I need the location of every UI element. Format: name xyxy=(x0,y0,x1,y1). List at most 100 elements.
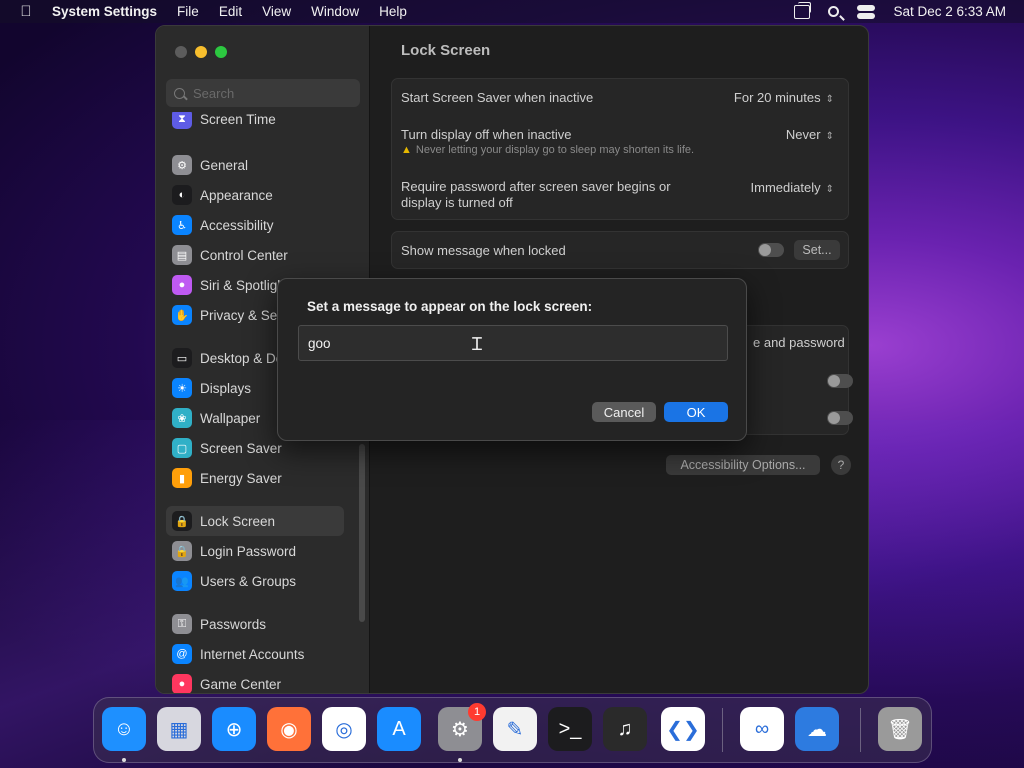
menu-app-name[interactable]: System Settings xyxy=(52,4,157,19)
settings-group-timing: Start Screen Saver when inactive For 20 … xyxy=(391,78,849,220)
game-center-icon: ● xyxy=(172,674,192,693)
ok-button[interactable]: OK xyxy=(664,402,728,422)
dock-vscode-icon[interactable]: ❮❯ xyxy=(661,707,705,751)
appearance-icon: ◐ xyxy=(172,185,192,205)
sidebar-item-control-center[interactable]: ▤ Control Center xyxy=(166,240,344,270)
dock-gear-icon[interactable]: ⚙ 1 xyxy=(438,703,486,751)
sidebar-item-label: Wallpaper xyxy=(200,410,261,426)
hourglass-icon: ⧗ xyxy=(172,112,192,129)
dock-terminal-icon[interactable]: >_ xyxy=(548,707,592,751)
sidebar-item-game-center[interactable]: ● Game Center xyxy=(166,669,344,693)
dock-chrome-icon[interactable]: ◎ xyxy=(322,707,366,751)
siri-icon: ● xyxy=(172,275,192,295)
dock-visual-studio-icon[interactable]: ∞ xyxy=(740,707,784,751)
sidebar-item-label: Siri & Spotlight xyxy=(200,277,289,293)
dock-trash-icon[interactable]: 🗑 xyxy=(878,707,922,751)
sidebar-item-label: Users & Groups xyxy=(200,573,297,589)
dock-app-store-icon[interactable]: A xyxy=(377,707,421,751)
stepper-chevron-icon: ⇕ xyxy=(825,184,834,195)
search-icon xyxy=(174,87,185,99)
sidebar-item-appearance[interactable]: ◐ Appearance xyxy=(166,180,344,210)
window-controls xyxy=(175,46,227,58)
hand-icon: ✋ xyxy=(172,305,192,325)
sidebar-item-label: Screen Saver xyxy=(200,440,282,456)
sidebar-item-label: Game Center xyxy=(200,676,282,692)
menu-clock[interactable]: Sat Dec 2 6:33 AM xyxy=(893,4,1006,19)
dialog-title: Set a message to appear on the lock scre… xyxy=(307,299,593,314)
text-cursor-icon: Ɪ xyxy=(472,334,483,355)
dock-running-indicator xyxy=(458,758,462,762)
lock-message-input[interactable] xyxy=(298,325,728,361)
sidebar-item-label: Appearance xyxy=(200,187,273,203)
dock-launchpad-icon[interactable]: ▦ xyxy=(157,707,201,751)
menu-window[interactable]: Window xyxy=(311,4,359,19)
sidebar-item-label: Accessibility xyxy=(200,217,274,233)
page-title: Lock Screen xyxy=(401,42,491,59)
display-off-label: Turn display off when inactive xyxy=(401,127,572,142)
sidebar-item-lock-screen[interactable]: 🔒 Lock Screen xyxy=(166,506,344,536)
menu-file[interactable]: File xyxy=(177,4,199,19)
zoom-window-button[interactable] xyxy=(215,46,227,58)
display-off-popup[interactable]: Never ⇕ xyxy=(786,127,834,142)
search-placeholder: Search xyxy=(193,85,235,101)
at-icon: @ xyxy=(172,644,192,664)
dock-separator xyxy=(722,708,723,752)
dock-separator xyxy=(860,708,861,752)
control-center-icon[interactable] xyxy=(857,4,876,19)
screen-saver-label: Start Screen Saver when inactive xyxy=(401,90,594,105)
login-window-label: e and password xyxy=(753,335,845,350)
sidebar-item-users-groups[interactable]: 👥 Users & Groups xyxy=(166,566,344,596)
menu-view[interactable]: View xyxy=(262,4,291,19)
control-center-icon: ▤ xyxy=(172,245,192,265)
dock-textedit-icon[interactable]: ✎ xyxy=(493,707,537,751)
minimize-window-button[interactable] xyxy=(195,46,207,58)
sidebar-item-energy-saver[interactable]: ▮ Energy Saver xyxy=(166,463,344,493)
show-message-toggle[interactable] xyxy=(758,243,784,257)
sidebar-item-passwords[interactable]: ⚿ Passwords xyxy=(166,609,344,639)
key-icon: ⚿ xyxy=(172,614,192,634)
dock-firefox-icon[interactable]: ◉ xyxy=(267,707,311,751)
accessibility-options-button[interactable]: Accessibility Options... xyxy=(666,455,820,475)
desktop-icon: ▭ xyxy=(172,348,192,368)
require-password-popup[interactable]: Immediately ⇕ xyxy=(751,180,834,195)
sidebar-item-login-password[interactable]: 🔒 Login Password xyxy=(166,536,344,566)
sidebar-item-label: Internet Accounts xyxy=(200,646,305,662)
menu-edit[interactable]: Edit xyxy=(219,4,242,19)
lock-icon: 🔒 xyxy=(172,541,192,561)
apple-menu-icon[interactable]:  xyxy=(0,3,52,20)
spotlight-search-icon[interactable] xyxy=(828,6,840,17)
sidebar-item-label: Passwords xyxy=(200,616,267,632)
users-icon: 👥 xyxy=(172,571,192,591)
show-message-label: Show message when locked xyxy=(401,243,566,258)
menu-help[interactable]: Help xyxy=(379,4,407,19)
close-window-button[interactable] xyxy=(175,46,187,58)
lock-message-dialog: Set a message to appear on the lock scre… xyxy=(277,278,747,441)
display-off-warning: ▲ Never letting your display go to sleep … xyxy=(401,144,695,156)
sun-icon: ☀ xyxy=(172,378,192,398)
require-password-label: Require password after screen saver begi… xyxy=(401,179,671,210)
dock: ☺ ▦ ⊕ ◉ ◎ A ⚙ 1 ✎ >_ ♫ ❮❯ ∞ ☁ 🗑 xyxy=(93,697,932,763)
screen-saver-popup[interactable]: For 20 minutes ⇕ xyxy=(734,90,834,105)
sidebar-item-label: Control Center xyxy=(200,247,288,263)
wallpaper-icon: ❀ xyxy=(172,408,192,428)
sidebar-item-screen-time[interactable]: ⧗ Screen Time xyxy=(166,112,344,134)
dock-finder-icon[interactable]: ☺ xyxy=(102,707,146,751)
sidebar-item-internet-accounts[interactable]: @ Internet Accounts xyxy=(166,639,344,669)
settings-group-message: Show message when locked Set... xyxy=(391,231,849,269)
help-button[interactable]: ? xyxy=(831,455,851,475)
login-option-toggle-1[interactable] xyxy=(827,374,853,388)
dock-weather-icon[interactable]: ☁ xyxy=(795,707,839,751)
dock-safari-icon[interactable]: ⊕ xyxy=(212,707,256,751)
cancel-button[interactable]: Cancel xyxy=(592,402,656,422)
login-option-toggle-2[interactable] xyxy=(827,411,853,425)
dock-guitar-icon[interactable]: ♫ xyxy=(603,707,647,751)
stage-manager-icon[interactable] xyxy=(794,1,812,19)
sidebar-item-accessibility[interactable]: ♿ Accessibility xyxy=(166,210,344,240)
sidebar-item-general[interactable]: ⚙ General xyxy=(166,150,344,180)
sidebar-scrollbar[interactable] xyxy=(359,444,365,622)
set-message-button[interactable]: Set... xyxy=(794,240,840,260)
sidebar-item-label: General xyxy=(200,157,249,173)
accessibility-icon: ♿ xyxy=(172,215,192,235)
battery-icon: ▮ xyxy=(172,468,192,488)
sidebar-search-input[interactable]: Search xyxy=(166,79,360,107)
